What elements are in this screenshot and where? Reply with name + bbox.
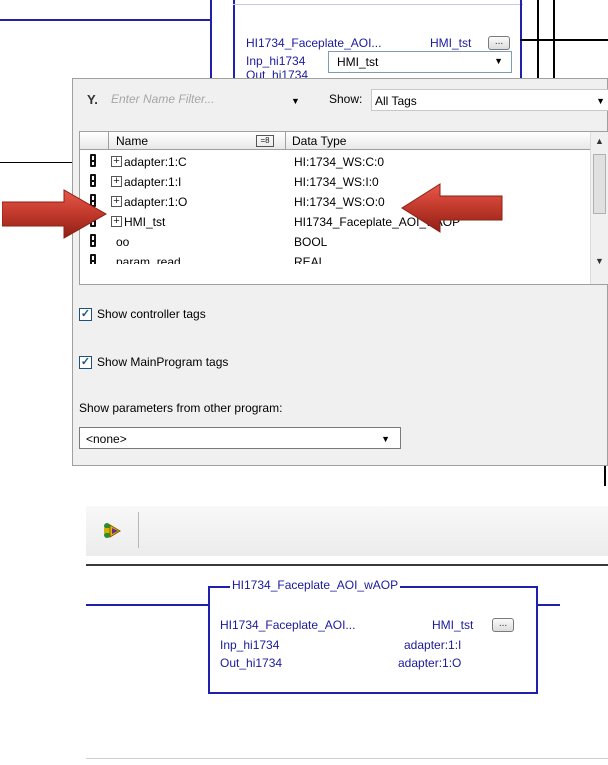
aoi-instance-name: HI1734_Faceplate_AOI... <box>220 618 356 632</box>
expand-icon[interactable]: + <box>111 156 122 167</box>
ladder-rung <box>0 19 210 21</box>
table-row[interactable]: oo BOOL <box>80 232 592 252</box>
chevron-down-icon[interactable]: ▼ <box>381 434 390 444</box>
tag-name: param_read <box>116 255 181 264</box>
aoi-instance-name: HI1734_Faceplate_AOI... <box>246 36 382 50</box>
tag-icon <box>90 174 96 187</box>
annotation-arrow-left <box>401 183 503 233</box>
properties-ellipsis-button[interactable]: ... <box>488 36 510 50</box>
expand-icon[interactable]: + <box>111 176 122 187</box>
tag-icon <box>90 154 96 167</box>
routine-toolbar <box>86 506 608 556</box>
power-rail <box>604 466 606 486</box>
table-row[interactable]: + adapter:1:I HI:1734_WS:I:0 <box>80 172 592 192</box>
aoi-instruction-block[interactable]: HI1734_Faceplate_AOI_wAOP HI1734_Facepla… <box>208 578 538 694</box>
scroll-thumb[interactable] <box>593 154 606 214</box>
properties-ellipsis-button[interactable]: ... <box>492 618 514 632</box>
column-header-data-type[interactable]: Data Type <box>292 134 346 148</box>
tag-name: adapter:1:C <box>124 155 187 169</box>
operand-combo[interactable]: HMI_tst ▼ <box>328 51 512 73</box>
tag-name: adapter:1:I <box>124 175 182 189</box>
aoi-param-out: Out_hi1734 <box>220 656 283 670</box>
table-row[interactable]: param_read REAL <box>80 252 592 264</box>
show-controller-tags-checkbox[interactable]: ✓ <box>79 308 92 321</box>
annotation-arrow-right <box>2 189 108 239</box>
toolbar-separator <box>138 512 139 548</box>
aoi-param-out: Out_hi1734 <box>246 68 309 78</box>
vertical-scrollbar[interactable]: ▲ ▼ <box>590 132 608 284</box>
table-row[interactable]: + HMI_tst HI1734_Faceplate_AOI_wAOP <box>80 212 592 232</box>
tag-name: adapter:1:O <box>124 195 188 209</box>
ladder-rung <box>520 39 608 41</box>
chevron-down-icon[interactable]: ▼ <box>494 56 503 66</box>
operand-combo-value: HMI_tst <box>337 55 379 69</box>
tag-grid-header: Name =8 Data Type <box>80 132 592 150</box>
expand-icon[interactable]: + <box>111 216 122 227</box>
scroll-up-icon[interactable]: ▲ <box>595 136 604 146</box>
tag-grid: Name =8 Data Type + adapter:1:C HI:1734_… <box>79 131 608 285</box>
params-program-value: <none> <box>86 432 127 446</box>
aoi-title: HI1734_Faceplate_AOI_wAOP <box>230 578 401 592</box>
editor-bottom-border <box>86 758 608 759</box>
aoi-param-inp: Inp_hi1734 <box>220 638 280 652</box>
ladder-rung <box>538 604 560 606</box>
table-row[interactable]: + adapter:1:O HI:1734_WS:O:0 <box>80 192 592 212</box>
tag-name: HMI_tst <box>124 215 166 229</box>
show-mainprogram-tags-label: Show MainProgram tags <box>97 355 229 369</box>
ladder-rung <box>233 4 523 5</box>
tag-name: oo <box>116 235 130 249</box>
tag-icon <box>90 254 96 264</box>
column-divider <box>108 132 109 150</box>
aoi-instance-tag: HMI_tst <box>432 618 474 632</box>
params-from-program-label: Show parameters from other program: <box>79 401 283 415</box>
column-header-name[interactable]: Name <box>116 134 148 148</box>
editor-top-border <box>86 564 608 566</box>
aoi-param-inp: Inp_hi1734 <box>246 54 306 68</box>
show-mainprogram-tags-checkbox[interactable]: ✓ <box>79 356 92 369</box>
verify-routine-icon[interactable] <box>98 518 124 544</box>
aoi-instance-tag: HMI_tst <box>430 36 472 50</box>
tag-data-type: HI:1734_WS:I:0 <box>294 175 379 189</box>
tag-data-type: HI:1734_WS:C:0 <box>294 155 385 169</box>
show-scope-select[interactable]: All Tags ▼ <box>371 89 608 111</box>
show-controller-tags-label: Show controller tags <box>97 307 206 321</box>
name-filter-input[interactable]: Enter Name Filter... <box>111 92 215 106</box>
expand-icon[interactable]: + <box>111 196 122 207</box>
filter-row: Y. Enter Name Filter... ▼ Show: All Tags… <box>73 79 608 127</box>
aoi-param-out-value[interactable]: adapter:1:O <box>398 656 461 670</box>
sort-icon[interactable]: =8 <box>256 135 274 147</box>
tag-data-type: BOOL <box>294 235 328 249</box>
show-label: Show: <box>329 92 363 106</box>
ladder-rail <box>210 0 212 78</box>
ladder-rung <box>86 604 208 606</box>
filter-icon[interactable]: Y. <box>87 92 98 107</box>
chevron-down-icon[interactable]: ▼ <box>291 96 300 106</box>
ladder-rail <box>233 0 235 78</box>
params-program-select[interactable]: <none> ▼ <box>79 427 401 449</box>
tag-data-type: REAL <box>294 255 326 264</box>
aoi-param-inp-value[interactable]: adapter:1:I <box>404 638 461 652</box>
show-scope-value: All Tags <box>375 94 417 108</box>
tag-data-type: HI:1734_WS:O:0 <box>294 195 385 209</box>
table-row[interactable]: + adapter:1:C HI:1734_WS:C:0 <box>80 152 592 172</box>
chevron-down-icon[interactable]: ▼ <box>596 96 605 106</box>
ladder-rung <box>0 162 72 163</box>
column-divider[interactable] <box>285 132 286 150</box>
tag-browser-popup: Y. Enter Name Filter... ▼ Show: All Tags… <box>72 78 608 466</box>
scroll-down-icon[interactable]: ▼ <box>595 256 604 266</box>
